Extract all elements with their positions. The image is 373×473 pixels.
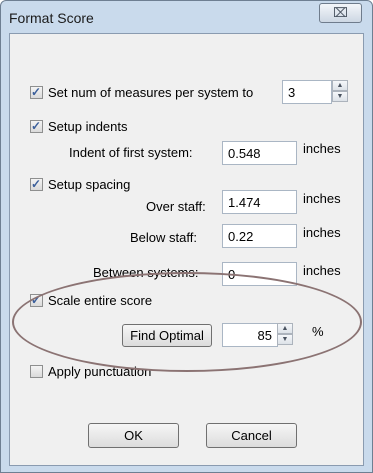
below-staff-label: Below staff: xyxy=(130,230,197,245)
between-systems-unit: inches xyxy=(303,263,341,278)
below-staff-unit: inches xyxy=(303,225,341,240)
punctuation-checkbox[interactable] xyxy=(30,365,43,378)
indent-unit-label: inches xyxy=(303,141,341,156)
find-optimal-button[interactable]: Find Optimal xyxy=(122,324,212,347)
cancel-button[interactable]: Cancel xyxy=(206,423,297,448)
scale-spinner[interactable]: ▲ ▼ xyxy=(277,323,293,345)
first-system-indent-label: Indent of first system: xyxy=(69,145,193,160)
format-score-dialog: Format Score ⌧ Set num of measures per s… xyxy=(0,0,373,473)
close-icon: ⌧ xyxy=(333,5,348,20)
spin-up-icon[interactable]: ▲ xyxy=(277,323,293,334)
first-system-indent-input[interactable] xyxy=(222,141,297,165)
spin-down-icon[interactable]: ▼ xyxy=(277,334,293,345)
measures-input[interactable] xyxy=(282,80,332,104)
over-staff-input[interactable] xyxy=(222,190,297,214)
indents-label: Setup indents xyxy=(48,119,128,134)
dialog-body: Set num of measures per system to ▲ ▼ Se… xyxy=(9,33,364,466)
spin-down-icon[interactable]: ▼ xyxy=(332,91,348,102)
close-button[interactable]: ⌧ xyxy=(319,3,362,23)
scale-checkbox[interactable] xyxy=(30,293,43,307)
below-staff-input[interactable] xyxy=(222,224,297,248)
between-systems-input[interactable] xyxy=(222,262,297,286)
over-staff-label: Over staff: xyxy=(146,199,206,214)
spacing-checkbox[interactable] xyxy=(30,177,43,191)
percent-unit: % xyxy=(312,324,324,339)
measures-spinner[interactable]: ▲ ▼ xyxy=(332,80,348,102)
indents-checkbox[interactable] xyxy=(30,119,43,133)
dialog-title: Format Score xyxy=(9,10,94,26)
title-bar: Format Score ⌧ xyxy=(1,1,372,35)
punctuation-label: Apply punctuation xyxy=(48,364,152,379)
over-staff-unit: inches xyxy=(303,191,341,206)
between-systems-label: Between systems: xyxy=(93,265,199,280)
spin-up-icon[interactable]: ▲ xyxy=(332,80,348,91)
scale-label: Scale entire score xyxy=(48,293,153,308)
measures-checkbox[interactable] xyxy=(30,85,43,99)
ok-button[interactable]: OK xyxy=(88,423,179,448)
scale-percent-input[interactable] xyxy=(222,323,278,347)
spacing-label: Setup spacing xyxy=(48,177,131,192)
measures-label: Set num of measures per system to xyxy=(48,85,254,100)
